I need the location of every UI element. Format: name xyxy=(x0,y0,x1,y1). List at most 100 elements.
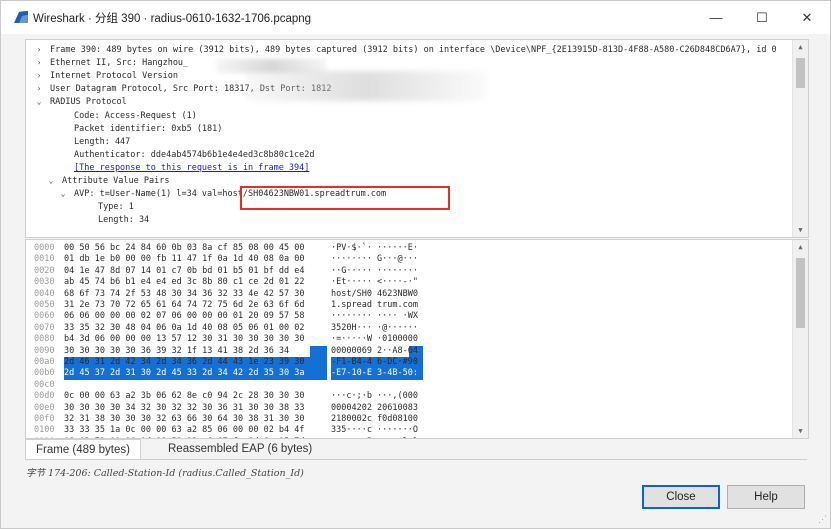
hex-ascii[interactable]: 2180002c f0d08100 xyxy=(331,414,418,425)
scroll-thumb[interactable] xyxy=(796,58,805,88)
collapsed-arrow-icon[interactable]: › xyxy=(34,44,44,56)
hex-ascii[interactable]: ·PV·$·`· ······E· xyxy=(331,243,418,254)
hex-row[interactable]: 00b0 2d 45 37 2d 31 30 2d 45 33 2d 34 42 … xyxy=(26,368,786,379)
hex-row[interactable]: 00f0 32 31 38 30 30 30 32 63 66 30 64 30 … xyxy=(26,414,786,425)
hex-row[interactable]: 0000 00 50 56 bc 24 84 60 0b 03 8a cf 85 … xyxy=(26,243,786,254)
hex-bytes[interactable]: 33 35 32 30 48 04 06 0a 1d 40 08 05 06 0… xyxy=(64,323,305,334)
close-icon: ✕ xyxy=(801,9,813,25)
wireshark-fin-icon xyxy=(14,11,28,23)
hex-bytes[interactable]: 33 33 35 1a 0c 00 00 63 a2 85 06 00 00 0… xyxy=(64,425,305,436)
tree-scrollbar[interactable]: ▲ ▼ xyxy=(792,40,808,237)
hex-bytes[interactable]: 31 2e 73 70 72 65 61 64 74 72 75 6d 2e 6… xyxy=(64,300,305,311)
hex-ascii[interactable]: 00000069 2··A8-64 xyxy=(331,346,418,357)
hex-row[interactable]: 0100 33 33 35 1a 0c 00 00 63 a2 85 06 00 … xyxy=(26,425,786,436)
tab-reassembled-eap[interactable]: Reassembled EAP (6 bytes) xyxy=(158,439,322,459)
tree-row-label: Frame 390: 489 bytes on wire (3912 bits)… xyxy=(50,45,777,55)
hex-offset: 0000 xyxy=(34,243,55,253)
hex-offset: 0040 xyxy=(34,288,55,299)
help-button[interactable]: Help xyxy=(727,485,805,509)
hex-scrollbar[interactable]: ▲ ▼ xyxy=(792,240,808,438)
hex-ascii[interactable]: ··r····P ··g·ml·} xyxy=(331,437,418,438)
hex-bytes[interactable]: 30 30 30 30 34 32 30 32 32 30 36 31 30 3… xyxy=(64,403,305,414)
hex-bytes[interactable]: b4 3d 06 00 00 00 13 57 12 30 31 30 30 3… xyxy=(64,334,305,345)
hex-bytes[interactable]: 68 6f 73 74 2f 53 48 30 34 36 32 33 4e 4… xyxy=(64,289,305,300)
hex-row[interactable]: 0030 ab 45 74 b6 b1 e4 e4 ed 3c 8b 80 c1 … xyxy=(26,277,786,288)
maximize-icon: ☐ xyxy=(756,9,768,25)
hex-bytes[interactable]: 00 50 56 bc 24 84 60 0b 03 8a cf 85 08 0… xyxy=(64,243,305,254)
hex-offset: 0030 xyxy=(34,277,55,288)
tree-row-label: Type: 1 xyxy=(98,202,134,213)
hex-ascii[interactable]: 1.spread trum.com xyxy=(331,300,418,311)
hex-offset: 0070 xyxy=(34,322,55,333)
hex-bytes[interactable]: 2d 46 31 2d 42 34 2d 34 36 2d 44 43 1e 2… xyxy=(64,357,305,368)
highlight-box xyxy=(240,186,450,210)
tree-row-label: Length: 447 xyxy=(74,136,131,147)
collapsed-arrow-icon[interactable]: › xyxy=(34,83,44,95)
hex-ascii[interactable]: ·Et····· <····-·" xyxy=(331,277,418,288)
hex-ascii[interactable]: ···c·;·b ···,(000 xyxy=(331,391,418,402)
bytes-hex-pane[interactable]: 0000 00 50 56 bc 24 84 60 0b 03 8a cf 85 … xyxy=(25,239,809,439)
hex-offset: 00c0 xyxy=(34,379,55,390)
hex-ascii[interactable]: -F1-B4-4 6-DC·#90 xyxy=(331,357,418,368)
hex-bytes[interactable]: 32 31 38 30 30 30 32 63 66 30 64 30 38 3… xyxy=(64,414,305,425)
hex-row[interactable]: 00a0 2d 46 31 2d 42 34 2d 34 36 2d 44 43 … xyxy=(26,357,786,368)
hex-bytes[interactable]: 30 30 30 30 30 36 39 32 1f 13 41 38 2d 3… xyxy=(64,346,289,357)
hex-row[interactable]: 0080 b4 3d 06 00 00 00 13 57 12 30 31 30 … xyxy=(26,334,786,345)
collapsed-arrow-icon[interactable]: › xyxy=(34,57,44,69)
hex-row[interactable]: 0050 31 2e 73 70 72 65 61 64 74 72 75 6d … xyxy=(26,300,786,311)
scroll-down-arrow-icon[interactable]: ▼ xyxy=(793,223,808,237)
hex-bytes[interactable]: 04 1e 47 8d 07 14 01 c7 0b bd 01 b5 01 b… xyxy=(64,266,305,277)
hex-bytes[interactable]: 0c 00 00 63 a2 3b 06 62 8e c0 94 2c 28 3… xyxy=(64,391,305,402)
hex-ascii[interactable]: host/SH0 4623NBW0 xyxy=(331,289,418,300)
hex-ascii[interactable]: ········ ···· ·WX xyxy=(331,311,418,322)
hex-row[interactable]: 00e0 30 30 30 30 34 32 30 32 32 30 36 31 … xyxy=(26,403,786,414)
hex-ascii[interactable]: ·=·····W ·0100000 xyxy=(331,334,418,345)
title-bar[interactable]: Wireshark · 分组 390 · radius-0610-1632-17… xyxy=(1,1,830,34)
hex-ascii[interactable]: ········ G···@··· xyxy=(331,254,418,265)
hex-bytes[interactable]: ab 45 74 b6 b1 e4 e4 ed 3c 8b 80 c1 ce 2… xyxy=(64,277,305,288)
scroll-thumb[interactable] xyxy=(796,258,805,328)
hex-row[interactable]: 00d0 0c 00 00 63 a2 3b 06 62 8e c0 94 2c … xyxy=(26,391,786,402)
resize-grip-icon[interactable]: ⋰ xyxy=(818,514,827,525)
hex-row[interactable]: 0010 01 db 1e b0 00 00 fb 11 47 1f 0a 1d … xyxy=(26,254,786,265)
hex-ascii[interactable]: ··G····· ········ xyxy=(331,266,418,277)
hex-offset: 0060 xyxy=(34,311,55,322)
hex-bytes[interactable]: 06 06 00 00 00 02 07 06 00 00 00 01 20 0… xyxy=(64,311,305,322)
tree-row-label: Packet identifier: 0xb5 (181) xyxy=(74,123,223,134)
hex-bytes[interactable]: 2d 45 37 2d 31 30 2d 45 33 2d 34 42 2d 3… xyxy=(64,368,305,379)
collapsed-arrow-icon[interactable]: › xyxy=(34,70,44,82)
response-frame-link[interactable]: [The response to this request is in fram… xyxy=(74,162,309,174)
close-window-button[interactable]: ✕ xyxy=(784,1,830,34)
expanded-arrow-icon[interactable]: ⌄ xyxy=(34,96,44,108)
tree-row-label: Length: 34 xyxy=(98,215,150,226)
hex-offset: 0010 xyxy=(34,254,55,265)
hex-ascii[interactable]: 3520H··· ·@······ xyxy=(331,323,418,334)
tab-divider xyxy=(25,459,807,460)
close-button[interactable]: Close xyxy=(642,485,720,509)
scroll-up-arrow-icon[interactable]: ▲ xyxy=(793,240,808,254)
tree-row-label: Internet Protocol Version xyxy=(50,71,178,82)
hex-ascii[interactable]: -E7-10-E 3-4B-50: xyxy=(331,368,418,379)
maximize-button[interactable]: ☐ xyxy=(739,1,785,34)
hex-ascii[interactable]: UNISOC_w ireless· xyxy=(331,380,418,391)
hex-row[interactable]: 0040 68 6f 73 74 2f 53 48 30 34 36 32 33 … xyxy=(26,289,786,300)
hex-bytes[interactable]: 55 4e 49 53 4f 43 5f 77 69 72 65 6c 65 7… xyxy=(64,380,305,391)
packet-details-tree[interactable]: › Frame 390: 489 bytes on wire (3912 bits… xyxy=(25,39,809,238)
tab-frame-bytes[interactable]: Frame (489 bytes) xyxy=(25,439,141,460)
scroll-up-arrow-icon[interactable]: ▲ xyxy=(793,40,808,54)
hex-row[interactable]: 0090 30 30 30 30 30 36 39 32 1f 13 41 38 … xyxy=(26,346,786,357)
status-text: 字节 174-206: Called-Station-Id (radius.Ca… xyxy=(26,468,304,479)
hex-row[interactable]: 0060 06 06 00 00 00 02 07 06 00 00 00 01 … xyxy=(26,311,786,322)
expanded-arrow-icon[interactable]: ⌄ xyxy=(58,188,68,200)
minimize-button[interactable]: — xyxy=(693,1,739,34)
scroll-down-arrow-icon[interactable]: ▼ xyxy=(793,424,808,438)
hex-row[interactable]: 0020 04 1e 47 8d 07 14 01 c7 0b bd 01 b5 … xyxy=(26,266,786,277)
hex-row[interactable]: 00c0 55 4e 49 53 4f 43 5f 77 69 72 65 6c … xyxy=(26,380,786,391)
hex-ascii[interactable]: 00004202 20610083 xyxy=(331,403,418,414)
hex-bytes[interactable]: 01 db 1e b0 00 00 fb 11 47 1f 0a 1d 40 0… xyxy=(64,254,305,265)
hex-row[interactable]: 0070 33 35 32 30 48 04 06 0a 1d 40 08 05 … xyxy=(26,323,786,334)
hex-ascii[interactable]: 335····c ·······O xyxy=(331,425,418,436)
hex-offset: 00e0 xyxy=(34,402,55,413)
hex-offset: 00a0 xyxy=(34,357,55,367)
expanded-arrow-icon[interactable]: ⌄ xyxy=(46,175,56,187)
